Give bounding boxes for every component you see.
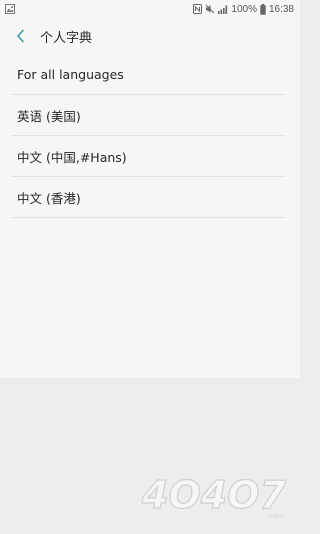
status-bar: 100% 16:38 bbox=[0, 0, 300, 18]
page-title: 个人字典 bbox=[40, 30, 93, 46]
language-list: For all languages 英语 (美国) 中文 (中国,#Hans) … bbox=[0, 54, 300, 218]
list-empty-area bbox=[0, 218, 300, 378]
back-button[interactable] bbox=[6, 18, 36, 54]
mute-icon bbox=[205, 4, 215, 14]
watermark-suffix: .com bbox=[267, 512, 284, 520]
gallery-notification-icon bbox=[5, 4, 15, 14]
list-item-chinese-hk[interactable]: 中文 (香港) bbox=[0, 177, 300, 217]
watermark-logo: 4O4O7 .com bbox=[140, 472, 287, 520]
battery-icon bbox=[260, 3, 266, 15]
battery-percent: 100% bbox=[231, 3, 257, 15]
language-list-container: For all languages 英语 (美国) 中文 (中国,#Hans) … bbox=[0, 54, 300, 378]
list-item-chinese-hans[interactable]: 中文 (中国,#Hans) bbox=[0, 136, 300, 176]
list-item-english-us[interactable]: 英语 (美国) bbox=[0, 95, 300, 135]
chevron-left-icon bbox=[17, 29, 24, 43]
list-item-all-languages[interactable]: For all languages bbox=[0, 54, 300, 94]
signal-icon bbox=[218, 5, 228, 14]
app-bar: 个人字典 bbox=[0, 18, 300, 54]
clock: 16:38 bbox=[268, 3, 294, 15]
watermark-text: 4O4O7 bbox=[141, 473, 286, 517]
status-right: 100% 16:38 bbox=[193, 3, 294, 15]
nfc-icon bbox=[193, 4, 203, 14]
status-left bbox=[5, 4, 15, 14]
